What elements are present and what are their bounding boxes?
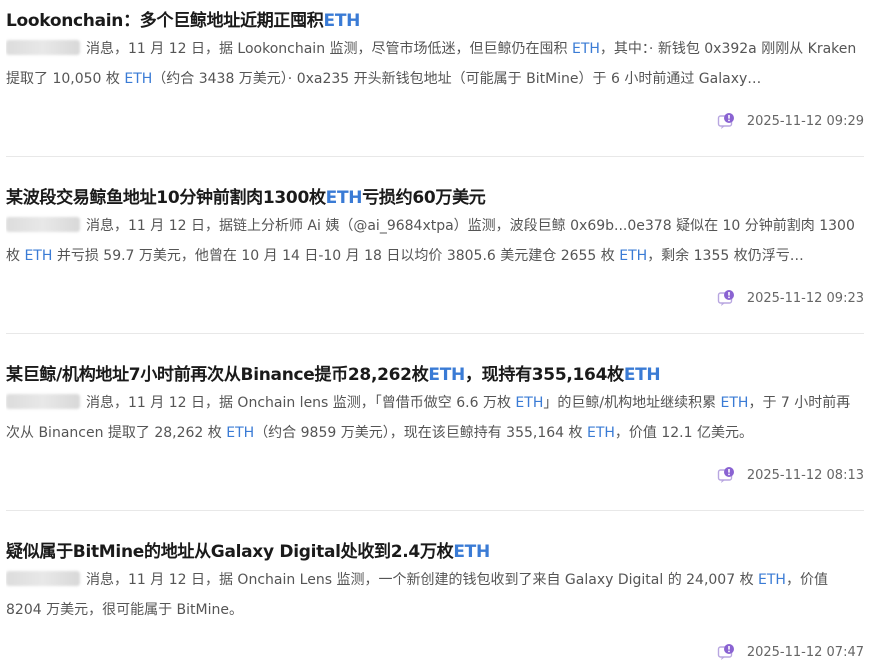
news-meta: 2025-11-12 09:29 [717,112,864,130]
source-avatar-blurred [6,571,80,586]
news-title[interactable]: 某巨鲸/机构地址7小时前再次从Binance提币28,262枚ETH，现持有35… [6,360,661,385]
news-body[interactable]: 消息，11 月 12 日，据链上分析师 Ai 姨（@ai_9684xtpa）监测… [6,211,862,271]
chat-bubble-icon [717,113,734,129]
news-title[interactable]: 某波段交易鲸鱼地址10分钟前割肉1300枚ETH亏损约60万美元 [6,183,486,208]
news-meta: 2025-11-12 08:13 [717,466,864,484]
eth-highlight: ETH [323,11,361,31]
news-timestamp: 2025-11-12 08:13 [746,467,864,483]
text-segment: ，价值 12.1 亿美元。 [614,425,753,441]
eth-highlight: ETH [619,248,648,264]
text-segment: 某巨鲸/机构地址7小时前再次从Binance提币28,262枚 [6,365,429,385]
news-body[interactable]: 消息，11 月 12 日，据 Lookonchain 监测，尽管市场低迷，但巨鲸… [6,34,862,94]
chat-bubble-icon [717,644,734,660]
news-meta: 2025-11-12 09:23 [717,289,864,307]
news-item[interactable]: 某波段交易鲸鱼地址10分钟前割肉1300枚ETH亏损约60万美元 消息，11 月… [0,157,874,333]
text-segment: 」的巨鲸/机构地址继续积累 [543,395,721,411]
eth-highlight: ETH [623,365,661,385]
text-segment: Lookonchain：多个巨鲸地址近期正囤积 [6,11,324,31]
eth-highlight: ETH [758,572,786,588]
source-avatar-blurred [6,394,80,409]
eth-highlight: ETH [453,542,490,562]
text-segment: 消息，11 月 12 日，据 Onchain lens 监测，「曾借币做空 6.… [86,395,516,411]
text-segment: ，现持有355,164枚 [464,365,624,385]
news-meta: 2025-11-12 07:47 [717,643,864,661]
text-segment: （约合 9859 万美元），现在该巨鲸持有 355,164 枚 [254,425,587,441]
news-timestamp: 2025-11-12 07:47 [746,644,864,660]
text-segment: 亏损约60万美元 [362,188,486,208]
news-timestamp: 2025-11-12 09:23 [746,290,864,306]
news-feed: Lookonchain：多个巨鲸地址近期正囤积ETH 消息，11 月 12 日，… [0,0,874,669]
source-avatar-blurred [6,40,80,55]
news-timestamp: 2025-11-12 09:29 [746,113,864,129]
news-item[interactable]: Lookonchain：多个巨鲸地址近期正囤积ETH 消息，11 月 12 日，… [0,0,874,157]
chat-bubble-icon [717,467,734,483]
text-segment: ，剩余 1355 枚仍浮亏… [647,248,804,264]
news-title[interactable]: 疑似属于BitMine的地址从Galaxy Digital处收到2.4万枚ETH [6,537,490,562]
eth-highlight: ETH [428,365,465,385]
news-item[interactable]: 疑似属于BitMine的地址从Galaxy Digital处收到2.4万枚ETH… [0,511,874,669]
eth-highlight: ETH [124,71,153,87]
news-item[interactable]: 某巨鲸/机构地址7小时前再次从Binance提币28,262枚ETH，现持有35… [0,334,874,510]
news-body[interactable]: 消息，11 月 12 日，据 Onchain lens 监测，「曾借币做空 6.… [6,388,862,448]
eth-highlight: ETH [24,248,53,264]
source-avatar-blurred [6,217,80,232]
text-segment: 疑似属于BitMine的地址从Galaxy Digital处收到2.4万枚 [6,542,454,562]
text-segment: 消息，11 月 12 日，据 Lookonchain 监测，尽管市场低迷，但巨鲸… [86,41,572,57]
eth-highlight: ETH [226,425,255,441]
text-segment: 某波段交易鲸鱼地址10分钟前割肉1300枚 [6,188,326,208]
news-body[interactable]: 消息，11 月 12 日，据 Onchain Lens 监测，一个新创建的钱包收… [6,565,862,625]
news-title[interactable]: Lookonchain：多个巨鲸地址近期正囤积ETH [6,6,360,31]
eth-highlight: ETH [720,395,749,411]
eth-highlight: ETH [586,425,615,441]
text-segment: 消息，11 月 12 日，据 Onchain Lens 监测，一个新创建的钱包收… [86,572,759,588]
eth-highlight: ETH [325,188,363,208]
text-segment: 并亏损 59.7 万美元，他曾在 10 月 14 日-10 月 18 日以均价 … [52,248,620,264]
text-segment: （约合 3438 万美元）· 0xa235 开头新钱包地址（可能属于 BitMi… [152,71,762,87]
chat-bubble-icon [717,290,734,306]
eth-highlight: ETH [571,41,600,57]
eth-highlight: ETH [515,395,544,411]
